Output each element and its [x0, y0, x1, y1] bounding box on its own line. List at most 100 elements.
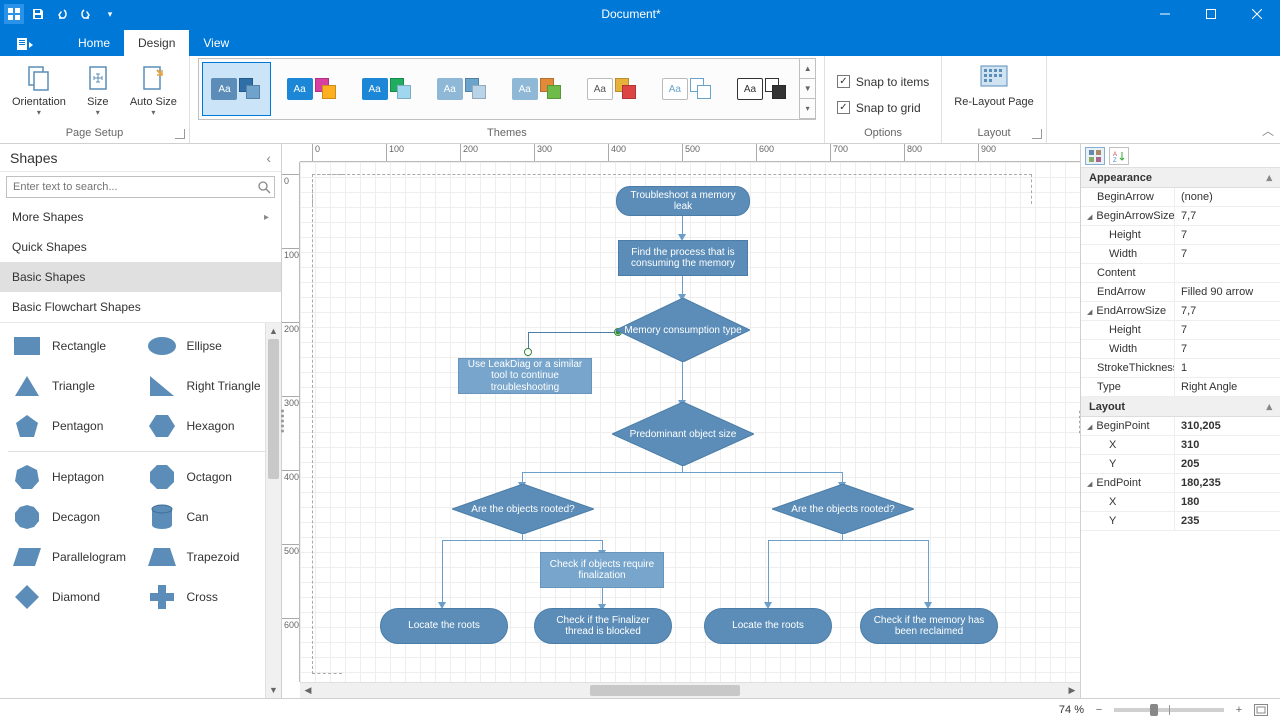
size-button[interactable]: Size ▾ [74, 58, 122, 117]
prop-end-arrow[interactable]: EndArrowFilled 90 arrow [1081, 283, 1280, 302]
flowchart-node-start[interactable]: Troubleshoot a memory leak [616, 186, 750, 216]
shape-trapezoid[interactable]: Trapezoid [143, 538, 278, 576]
connector-end-handle[interactable] [524, 348, 532, 356]
shape-heptagon[interactable]: Heptagon [8, 458, 143, 496]
scroll-down-icon[interactable]: ▼ [266, 682, 281, 698]
snap-to-grid-checkbox[interactable]: ✓Snap to grid [837, 97, 921, 119]
hscroll-right-icon[interactable]: ▶ [1064, 683, 1080, 698]
prop-end-x[interactable]: X180 [1081, 493, 1280, 512]
app-icon[interactable] [4, 4, 24, 24]
theme-item-5[interactable]: Aa [502, 62, 571, 116]
themes-gallery[interactable]: Aa Aa Aa Aa Aa Aa Aa Aa ▲ ▼ ▾ [198, 58, 816, 120]
shapes-scrollbar[interactable]: ▲ ▼ [265, 323, 281, 698]
prop-end-arrow-size[interactable]: EndArrowSize7,7 [1081, 302, 1280, 321]
shape-pentagon[interactable]: Pentagon [8, 407, 143, 445]
prop-end-y[interactable]: Y235 [1081, 512, 1280, 531]
shape-rectangle[interactable]: Rectangle [8, 327, 143, 365]
shapes-collapse-icon[interactable]: ‹ [266, 150, 271, 166]
undo-icon[interactable] [52, 4, 72, 24]
splitter-left[interactable] [278, 410, 286, 433]
prop-end-arrow-width[interactable]: Width7 [1081, 340, 1280, 359]
flowchart-node-terminator-3[interactable]: Locate the roots [704, 608, 832, 644]
shape-can[interactable]: Can [143, 498, 278, 536]
shape-right-triangle[interactable]: Right Triangle [143, 367, 278, 405]
flowchart-node-process-2[interactable]: Use LeakDiag or a similar tool to contin… [458, 358, 592, 394]
tab-view[interactable]: View [189, 30, 243, 56]
prop-begin-x[interactable]: X310 [1081, 436, 1280, 455]
props-categorized-icon[interactable] [1085, 147, 1105, 165]
flowchart-node-decision-4[interactable]: Are the objects rooted? [772, 484, 914, 534]
theme-item-6[interactable]: Aa [577, 62, 646, 116]
flowchart-node-terminator-1[interactable]: Locate the roots [380, 608, 508, 644]
relayout-page-button[interactable]: Re-Layout Page [950, 58, 1038, 108]
gallery-down-icon[interactable]: ▼ [800, 79, 814, 99]
theme-item-3[interactable]: Aa [352, 62, 421, 116]
gallery-up-icon[interactable]: ▲ [800, 59, 814, 79]
basic-flowchart-category[interactable]: Basic Flowchart Shapes [0, 292, 281, 322]
zoom-in-button[interactable]: + [1232, 704, 1246, 716]
prop-end-point[interactable]: EndPoint180,235 [1081, 474, 1280, 493]
scroll-up-icon[interactable]: ▲ [266, 323, 281, 339]
prop-begin-arrow-height[interactable]: Height7 [1081, 226, 1280, 245]
auto-size-button[interactable]: Auto Size ▾ [126, 58, 181, 117]
page-setup-dialog-launcher[interactable] [175, 129, 185, 139]
flowchart-node-terminator-4[interactable]: Check if the memory has been reclaimed [860, 608, 998, 644]
props-section-layout[interactable]: Layout▴ [1081, 397, 1280, 417]
theme-item-8[interactable]: Aa [727, 62, 796, 116]
theme-item-1[interactable]: Aa [202, 62, 271, 116]
prop-begin-arrow[interactable]: BeginArrow(none) [1081, 188, 1280, 207]
shape-diamond[interactable]: Diamond [8, 578, 143, 616]
basic-shapes-category[interactable]: Basic Shapes [0, 262, 281, 292]
splitter-right[interactable] [1076, 411, 1080, 434]
snap-to-items-checkbox[interactable]: ✓Snap to items [837, 71, 929, 93]
minimize-button[interactable] [1142, 0, 1188, 28]
tab-home[interactable]: Home [64, 30, 124, 56]
horizontal-scrollbar[interactable]: ◀ ▶ [300, 682, 1080, 698]
maximize-button[interactable] [1188, 0, 1234, 28]
redo-icon[interactable] [76, 4, 96, 24]
shape-octagon[interactable]: Octagon [143, 458, 278, 496]
prop-begin-point[interactable]: BeginPoint310,205 [1081, 417, 1280, 436]
file-menu-button[interactable] [8, 32, 44, 56]
theme-item-4[interactable]: Aa [427, 62, 496, 116]
props-alphabetical-icon[interactable]: AZ [1109, 147, 1129, 165]
tab-design[interactable]: Design [124, 30, 189, 56]
shape-triangle[interactable]: Triangle [8, 367, 143, 405]
flowchart-node-decision-1[interactable]: Memory consumption type [616, 298, 750, 362]
props-section-appearance[interactable]: Appearance▴ [1081, 168, 1280, 188]
qat-customize-icon[interactable]: ▾ [100, 4, 120, 24]
collapse-ribbon-icon[interactable]: ︿ [1256, 56, 1280, 143]
theme-item-2[interactable]: Aa [277, 62, 346, 116]
shape-hexagon[interactable]: Hexagon [143, 407, 278, 445]
diagram-canvas[interactable]: Troubleshoot a memory leak Find the proc… [300, 162, 1080, 682]
orientation-button[interactable]: Orientation ▾ [8, 58, 70, 117]
hscroll-left-icon[interactable]: ◀ [300, 683, 316, 698]
flowchart-node-decision-3[interactable]: Are the objects rooted? [452, 484, 594, 534]
flowchart-node-terminator-2[interactable]: Check if the Finalizer thread is blocked [534, 608, 672, 644]
flowchart-node-decision-2[interactable]: Predominant object size [612, 402, 754, 466]
shape-cross[interactable]: Cross [143, 578, 278, 616]
shapes-search-input[interactable] [6, 176, 275, 198]
zoom-fit-button[interactable] [1254, 704, 1272, 716]
gallery-more-icon[interactable]: ▾ [800, 99, 814, 119]
more-shapes-category[interactable]: More Shapes▸ [0, 202, 281, 232]
layout-dialog-launcher[interactable] [1032, 129, 1042, 139]
flowchart-node-process-1[interactable]: Find the process that is consuming the m… [618, 240, 748, 276]
flowchart-node-process-3[interactable]: Check if objects require finalization [540, 552, 664, 588]
zoom-out-button[interactable]: − [1092, 704, 1106, 716]
prop-begin-arrow-width[interactable]: Width7 [1081, 245, 1280, 264]
zoom-slider[interactable] [1114, 708, 1224, 712]
shape-parallelogram[interactable]: Parallelogram [8, 538, 143, 576]
prop-stroke-thickness[interactable]: StrokeThickness1 [1081, 359, 1280, 378]
close-button[interactable] [1234, 0, 1280, 28]
search-icon[interactable] [257, 180, 271, 194]
save-icon[interactable] [28, 4, 48, 24]
prop-end-arrow-height[interactable]: Height7 [1081, 321, 1280, 340]
theme-item-7[interactable]: Aa [652, 62, 721, 116]
quick-shapes-category[interactable]: Quick Shapes [0, 232, 281, 262]
prop-type[interactable]: TypeRight Angle [1081, 378, 1280, 397]
prop-content[interactable]: Content [1081, 264, 1280, 283]
prop-begin-y[interactable]: Y205 [1081, 455, 1280, 474]
shape-decagon[interactable]: Decagon [8, 498, 143, 536]
shape-ellipse[interactable]: Ellipse [143, 327, 278, 365]
